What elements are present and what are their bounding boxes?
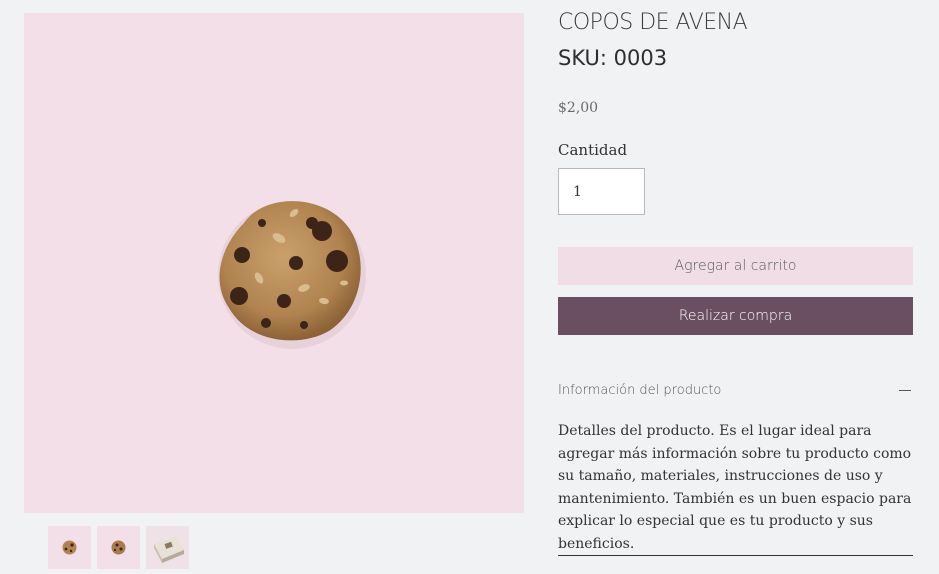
thumbnail-gift-box[interactable] (146, 526, 189, 569)
product-main-image[interactable] (24, 13, 524, 513)
thumbnail-strip (48, 526, 189, 569)
quantity-input[interactable] (558, 168, 645, 215)
thumbnail-cookie-2[interactable] (97, 526, 140, 569)
product-price: $2,00 (558, 100, 599, 116)
product-info-description: Detalles del producto. Es el lugar ideal… (558, 423, 912, 552)
add-to-cart-button[interactable]: Agregar al carrito (558, 247, 913, 285)
buy-now-button[interactable]: Realizar compra (558, 297, 913, 335)
product-info-title: Información del producto (558, 383, 722, 398)
product-title: COPOS DE AVENA (558, 10, 748, 35)
minus-icon[interactable] (899, 390, 911, 391)
cookie-thumb-icon (111, 540, 126, 555)
product-sku: SKU: 0003 (558, 46, 668, 70)
cookie-image (218, 201, 366, 349)
product-info-accordion-header[interactable]: Información del producto (558, 380, 913, 404)
gift-box-thumb-icon (154, 536, 184, 563)
quantity-label: Cantidad (558, 141, 628, 159)
thumbnail-cookie-1[interactable] (48, 526, 91, 569)
section-divider (558, 555, 913, 556)
cookie-thumb-icon (62, 540, 77, 555)
